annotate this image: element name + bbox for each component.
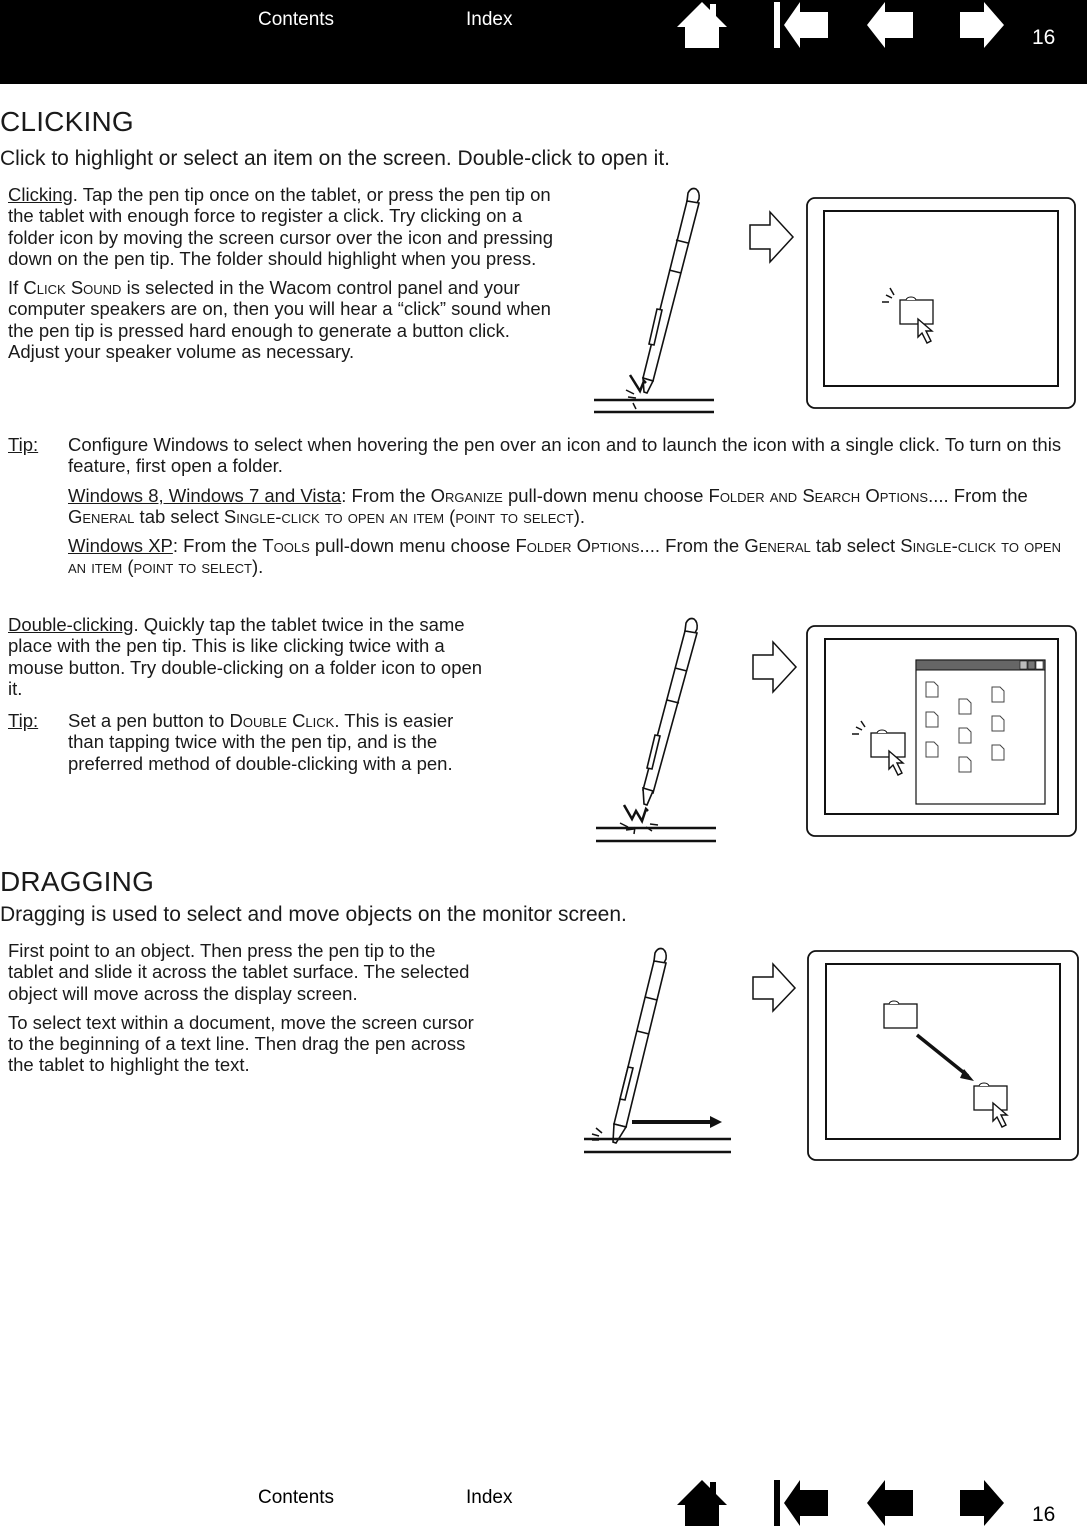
contents-link[interactable]: Contents — [258, 9, 334, 31]
single-click-option: Single-click to open an item (point to s… — [223, 505, 580, 527]
index-link[interactable]: Index — [466, 1487, 512, 1509]
maximize-icon — [1027, 660, 1036, 670]
tip-label: Tip: — [8, 710, 39, 731]
home-icon[interactable] — [675, 2, 729, 48]
top-nav-bar: Contents Index 16 — [0, 0, 1087, 84]
close-icon — [1035, 660, 1044, 670]
folder-options: Folder Options.... — [515, 535, 661, 557]
organize-menu: Organize — [430, 484, 503, 506]
tip-windows7: Windows 8, Windows 7 and Vista: From the… — [68, 484, 1028, 527]
next-page-icon[interactable] — [960, 2, 1006, 48]
windowsxp-link[interactable]: Windows XP — [68, 535, 173, 556]
tip-windowsxp: Windows XP: From the Tools pull-down men… — [68, 535, 1061, 578]
clicking-term: Clicking — [8, 184, 73, 205]
index-link[interactable]: Index — [466, 9, 512, 31]
arrow-right-icon — [752, 640, 798, 694]
dragging-description: First point to an object. Then press the… — [8, 940, 483, 1084]
pen-icon — [642, 617, 699, 806]
double-click-option: Double Click — [229, 710, 335, 731]
first-page-icon[interactable] — [774, 1480, 830, 1526]
display-screen — [825, 963, 1061, 1140]
click-sound-pre: If — [8, 277, 24, 299]
double-clicking-description: Double-clicking. Quickly tap the tablet … — [8, 614, 493, 707]
previous-page-icon[interactable] — [867, 2, 915, 48]
home-icon[interactable] — [675, 1480, 729, 1526]
folder-search-options: Folder and Search Options.... — [708, 484, 949, 506]
clicking-illustration — [594, 187, 1076, 414]
dragging-text-2: To select text within a document, move t… — [8, 1011, 474, 1076]
open-window — [915, 659, 1046, 805]
drag-arrow-icon — [632, 1116, 722, 1128]
folder-icon — [870, 729, 906, 758]
tip-label: Tip: — [8, 434, 39, 455]
double-clicking-term: Double-clicking — [8, 614, 134, 635]
general-tab: General — [744, 535, 811, 557]
double-tap-mark — [622, 804, 649, 824]
dragging-illustration — [584, 947, 1079, 1161]
folder-icon — [899, 296, 934, 325]
display-screen — [823, 210, 1059, 387]
folder-icon-origin — [883, 1000, 918, 1029]
folder-icon — [973, 1082, 1008, 1111]
windows7-link[interactable]: Windows 8, Windows 7 and Vista — [68, 485, 341, 506]
page-number: 16 — [1032, 26, 1056, 49]
double-clicking-illustration — [596, 617, 1077, 843]
arrow-right-icon — [752, 962, 797, 1013]
dragging-heading: DRAGGING — [0, 866, 155, 897]
minimize-icon — [1019, 660, 1028, 670]
first-page-icon[interactable] — [774, 2, 830, 48]
clicking-heading: CLICKING — [0, 106, 134, 137]
clicking-text: . Tap the pen tip once on the tablet, or… — [8, 184, 554, 269]
general-tab: General — [68, 505, 135, 527]
clicking-lead: Click to highlight or select an item on … — [0, 147, 671, 170]
arrow-right-icon — [749, 210, 795, 264]
pen-icon — [612, 947, 667, 1144]
contents-link[interactable]: Contents — [258, 1487, 334, 1509]
clicking-description: Clicking. Tap the pen tip once on the ta… — [8, 184, 563, 370]
pen-icon — [642, 187, 700, 394]
tools-menu: Tools — [262, 535, 310, 557]
dragging-lead: Dragging is used to select and move obje… — [0, 903, 627, 926]
click-sound-option: Click Sound — [23, 277, 122, 299]
tip-intro: Configure Windows to select when hoverin… — [68, 434, 1062, 477]
next-page-icon[interactable] — [960, 1480, 1006, 1526]
page-number: 16 — [1032, 1503, 1056, 1526]
dragging-text-1: First point to an object. Then press the… — [8, 940, 470, 1004]
previous-page-icon[interactable] — [867, 1480, 915, 1526]
